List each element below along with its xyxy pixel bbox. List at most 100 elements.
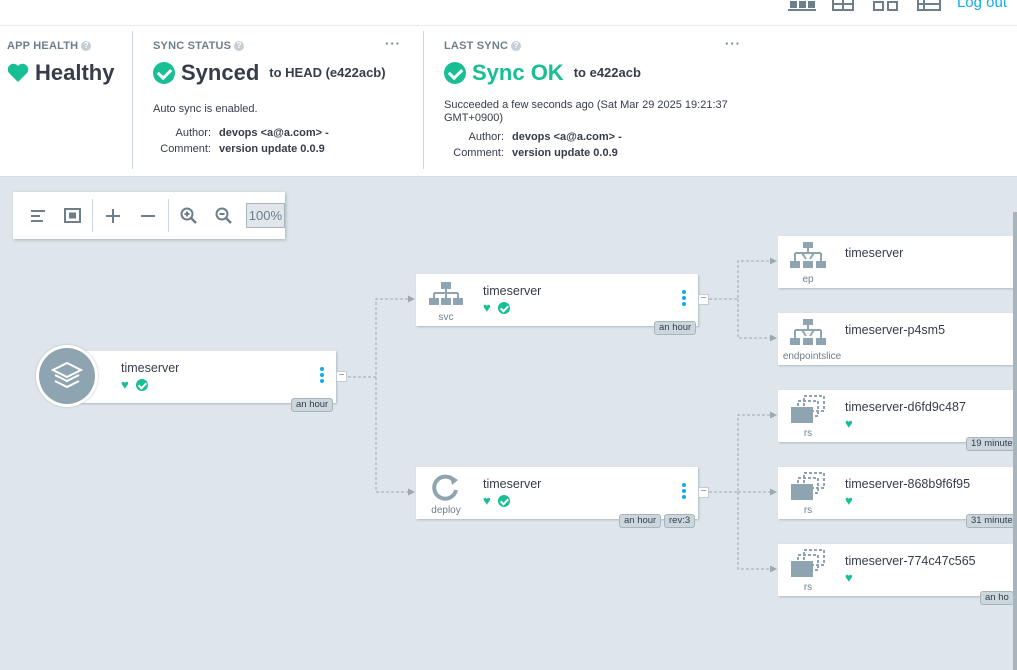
author-value: devops <a@a.com> - bbox=[512, 131, 622, 143]
node-kind: rs bbox=[803, 505, 813, 516]
revision-badge: rev:3 bbox=[664, 514, 696, 528]
node-kind: deploy bbox=[431, 505, 461, 516]
graph-controls: 100% bbox=[13, 192, 285, 239]
zoom-out-icon bbox=[215, 207, 232, 224]
list-view-icon[interactable] bbox=[916, 0, 944, 12]
sync-author-row: Author: devops <a@a.com> - bbox=[151, 127, 329, 139]
last-sync-target: to e422acb bbox=[573, 64, 641, 80]
auto-sync-text: Auto sync is enabled. bbox=[153, 103, 258, 115]
zoom-out-button[interactable] bbox=[206, 201, 241, 231]
node-name: timeserver-d6fd9c487 bbox=[845, 400, 966, 414]
heart-icon bbox=[7, 63, 29, 82]
sync-status-menu-button[interactable]: ··· bbox=[385, 36, 401, 51]
comment-value: version update 0.0.9 bbox=[219, 143, 325, 155]
top-toolbar: Log out bbox=[0, 0, 1017, 26]
node-name: timeserver-p4sm5 bbox=[845, 323, 946, 337]
collapse-all-button[interactable] bbox=[130, 201, 165, 231]
sync-status-section: SYNC STATUS? ··· Synced to HEAD (e422acb… bbox=[133, 26, 423, 171]
node-name: timeserver bbox=[121, 361, 180, 375]
check-circle-icon bbox=[153, 62, 175, 84]
svc-node[interactable]: svc timeserver ♥ bbox=[416, 274, 698, 326]
node-name: timeserver bbox=[483, 477, 542, 491]
author-label: Author: bbox=[175, 127, 211, 139]
check-circle-icon bbox=[498, 494, 510, 507]
minus-icon bbox=[141, 214, 156, 217]
replicaset-node[interactable]: rs timeserver-868b9f6f95 ♥ bbox=[778, 467, 1017, 519]
sync-status-target: to HEAD (e422acb) bbox=[269, 64, 386, 80]
node-menu-button[interactable] bbox=[319, 367, 325, 383]
collapse-toggle[interactable]: − bbox=[698, 487, 709, 498]
last-sync-detail-line: GMT+0900) bbox=[444, 112, 503, 124]
app-health-section: APP HEALTH? Healthy bbox=[0, 26, 132, 171]
endpoints-icon bbox=[790, 242, 826, 268]
zoom-level-display[interactable]: 100% bbox=[245, 203, 285, 228]
network-view-icon[interactable] bbox=[872, 0, 900, 12]
divider bbox=[167, 199, 169, 232]
comment-label: Comment: bbox=[453, 147, 504, 159]
deployment-icon bbox=[432, 474, 458, 501]
app-node[interactable]: timeserver ♥ bbox=[66, 351, 336, 403]
zoom-in-button[interactable] bbox=[171, 201, 206, 231]
node-menu-button[interactable] bbox=[681, 483, 687, 499]
last-sync-author-row: Author: devops <a@a.com> - bbox=[416, 131, 622, 143]
sync-status-title: SYNC STATUS bbox=[153, 40, 232, 52]
replicaset-node[interactable]: rs timeserver-774c47c565 ♥ bbox=[778, 544, 1017, 596]
last-sync-title: LAST SYNC bbox=[444, 40, 509, 52]
node-name: timeserver-868b9f6f95 bbox=[845, 477, 971, 491]
scrollbar[interactable] bbox=[1013, 212, 1017, 670]
deploy-node[interactable]: deploy timeserver ♥ bbox=[416, 467, 698, 519]
heart-icon: ♥ bbox=[845, 570, 853, 585]
heart-icon: ♥ bbox=[483, 493, 491, 508]
node-kind: endpointslice bbox=[782, 351, 842, 362]
app-health-title: APP HEALTH bbox=[7, 40, 79, 52]
endpointslice-node[interactable]: endpointslice timeserver-p4sm5 bbox=[778, 313, 1017, 365]
age-badge: an hour bbox=[291, 398, 334, 412]
fit-screen-icon bbox=[64, 208, 82, 223]
service-icon bbox=[429, 282, 463, 305]
plus-icon bbox=[105, 208, 120, 223]
comment-label: Comment: bbox=[160, 143, 211, 155]
heart-icon: ♥ bbox=[845, 416, 853, 431]
pods-view-icon[interactable] bbox=[830, 0, 858, 12]
fit-screen-button[interactable] bbox=[55, 201, 90, 231]
zoom-in-icon bbox=[180, 207, 197, 224]
node-name: timeserver bbox=[483, 284, 542, 298]
collapse-toggle[interactable]: − bbox=[336, 371, 347, 382]
help-icon[interactable]: ? bbox=[511, 41, 522, 52]
collapse-toggle[interactable]: − bbox=[698, 294, 709, 305]
comment-value: version update 0.0.9 bbox=[512, 147, 618, 159]
node-kind: ep bbox=[802, 274, 814, 285]
node-menu-button[interactable] bbox=[681, 290, 687, 306]
age-badge: 19 minute bbox=[966, 437, 1017, 451]
status-panel: APP HEALTH? Healthy SYNC STATUS? ··· Syn… bbox=[0, 26, 1017, 177]
node-name: timeserver bbox=[845, 246, 904, 260]
ep-node[interactable]: ep timeserver bbox=[778, 236, 1017, 288]
align-left-icon bbox=[30, 209, 45, 222]
help-icon[interactable]: ? bbox=[234, 41, 245, 52]
check-circle-icon bbox=[498, 301, 510, 314]
age-badge: an hour bbox=[619, 514, 662, 528]
node-name: timeserver-774c47c565 bbox=[845, 554, 976, 568]
node-kind: rs bbox=[803, 582, 813, 593]
last-sync-menu-button[interactable]: ··· bbox=[725, 36, 741, 51]
tree-view-icon[interactable] bbox=[788, 0, 816, 12]
expand-all-button[interactable] bbox=[95, 201, 130, 231]
age-badge: an hour bbox=[654, 321, 697, 335]
last-sync-section: LAST SYNC? ··· Sync OK to e422acb Succee… bbox=[424, 26, 754, 171]
align-left-button[interactable] bbox=[20, 201, 55, 231]
age-badge: 31 minute bbox=[966, 514, 1017, 528]
endpointslice-icon bbox=[790, 319, 826, 345]
application-icon bbox=[36, 345, 98, 407]
replicaset-icon bbox=[791, 549, 825, 577]
node-kind: rs bbox=[803, 428, 813, 439]
replicaset-icon bbox=[791, 395, 825, 423]
sync-comment-row: Comment: version update 0.0.9 bbox=[151, 143, 325, 155]
sync-status-value: Synced bbox=[181, 60, 260, 85]
age-badge: an ho bbox=[980, 591, 1014, 605]
replicaset-node[interactable]: rs timeserver-d6fd9c487 ♥ bbox=[778, 390, 1017, 442]
last-sync-comment-row: Comment: version update 0.0.9 bbox=[416, 147, 618, 159]
heart-icon: ♥ bbox=[845, 493, 853, 508]
help-icon[interactable]: ? bbox=[81, 41, 92, 52]
check-circle-icon bbox=[136, 378, 148, 391]
logout-link[interactable]: Log out bbox=[957, 0, 1007, 11]
